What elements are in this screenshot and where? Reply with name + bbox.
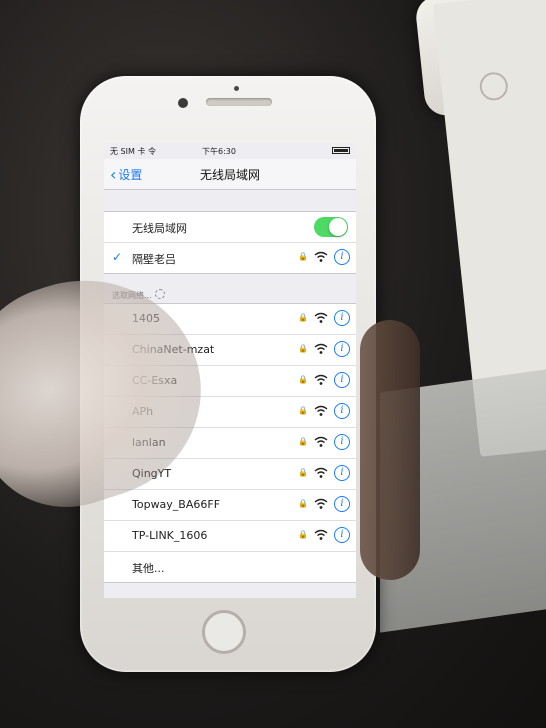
info-button[interactable]: i [334, 465, 350, 481]
wifi-icon [314, 312, 328, 323]
wifi-icon [314, 436, 328, 447]
info-button[interactable]: i [334, 249, 350, 265]
lock-icon: 🔒 [298, 375, 308, 384]
status-time: 下午6:30 [202, 147, 236, 156]
wifi-icon [314, 251, 328, 262]
network-name: Topway_BA66FF [132, 498, 221, 511]
lock-icon: 🔒 [298, 252, 308, 261]
info-button[interactable]: i [334, 403, 350, 419]
network-name: TP-LINK_1606 [132, 529, 208, 542]
connected-network-row[interactable]: ✓ 隔壁老吕 🔒 i [104, 243, 356, 273]
lock-icon: 🔒 [298, 406, 308, 415]
info-button[interactable]: i [334, 341, 350, 357]
info-button[interactable]: i [334, 527, 350, 543]
sensor [234, 86, 239, 91]
lock-icon: 🔒 [298, 437, 308, 446]
lock-icon: 🔒 [298, 530, 308, 539]
lock-icon: 🔒 [298, 468, 308, 477]
carrier-text: 无 SIM 卡 令 [110, 147, 156, 156]
background-phone [414, 0, 546, 457]
page-title: 无线局域网 [199, 168, 260, 182]
network-row[interactable]: Topway_BA66FF 🔒 i [104, 490, 356, 521]
wifi-icon [314, 498, 328, 509]
network-row[interactable]: TP-LINK_1606 🔒 i [104, 521, 356, 552]
wifi-settings-group: 无线局域网 ✓ 隔壁老吕 🔒 i [104, 211, 356, 274]
home-button[interactable] [202, 610, 246, 654]
front-camera [178, 98, 188, 108]
battery-icon [332, 147, 350, 154]
info-button[interactable]: i [334, 434, 350, 450]
info-button[interactable]: i [334, 310, 350, 326]
navigation-bar: ‹ 设置 无线局域网 [104, 159, 356, 190]
info-button[interactable]: i [334, 372, 350, 388]
wifi-toggle-row: 无线局域网 [104, 212, 356, 243]
connected-network-name: 隔壁老吕 [132, 253, 176, 266]
hand-overlay [360, 320, 420, 580]
info-button[interactable]: i [334, 496, 350, 512]
wifi-icon [314, 405, 328, 416]
wifi-icon [314, 529, 328, 540]
wifi-icon [314, 467, 328, 478]
checkmark-icon: ✓ [112, 250, 123, 264]
lock-icon: 🔒 [298, 344, 308, 353]
wifi-toggle-switch[interactable] [314, 217, 348, 237]
lock-icon: 🔒 [298, 313, 308, 322]
lock-icon: 🔒 [298, 499, 308, 508]
wifi-icon [314, 374, 328, 385]
wifi-toggle-label: 无线局域网 [132, 222, 187, 235]
other-network-label: 其他... [132, 562, 165, 575]
other-network-row[interactable]: 其他... [104, 552, 356, 582]
status-bar: 无 SIM 卡 令 下午6:30 [104, 143, 356, 159]
earpiece-speaker [206, 98, 272, 106]
loading-spinner-icon [154, 289, 165, 299]
wifi-icon [314, 343, 328, 354]
